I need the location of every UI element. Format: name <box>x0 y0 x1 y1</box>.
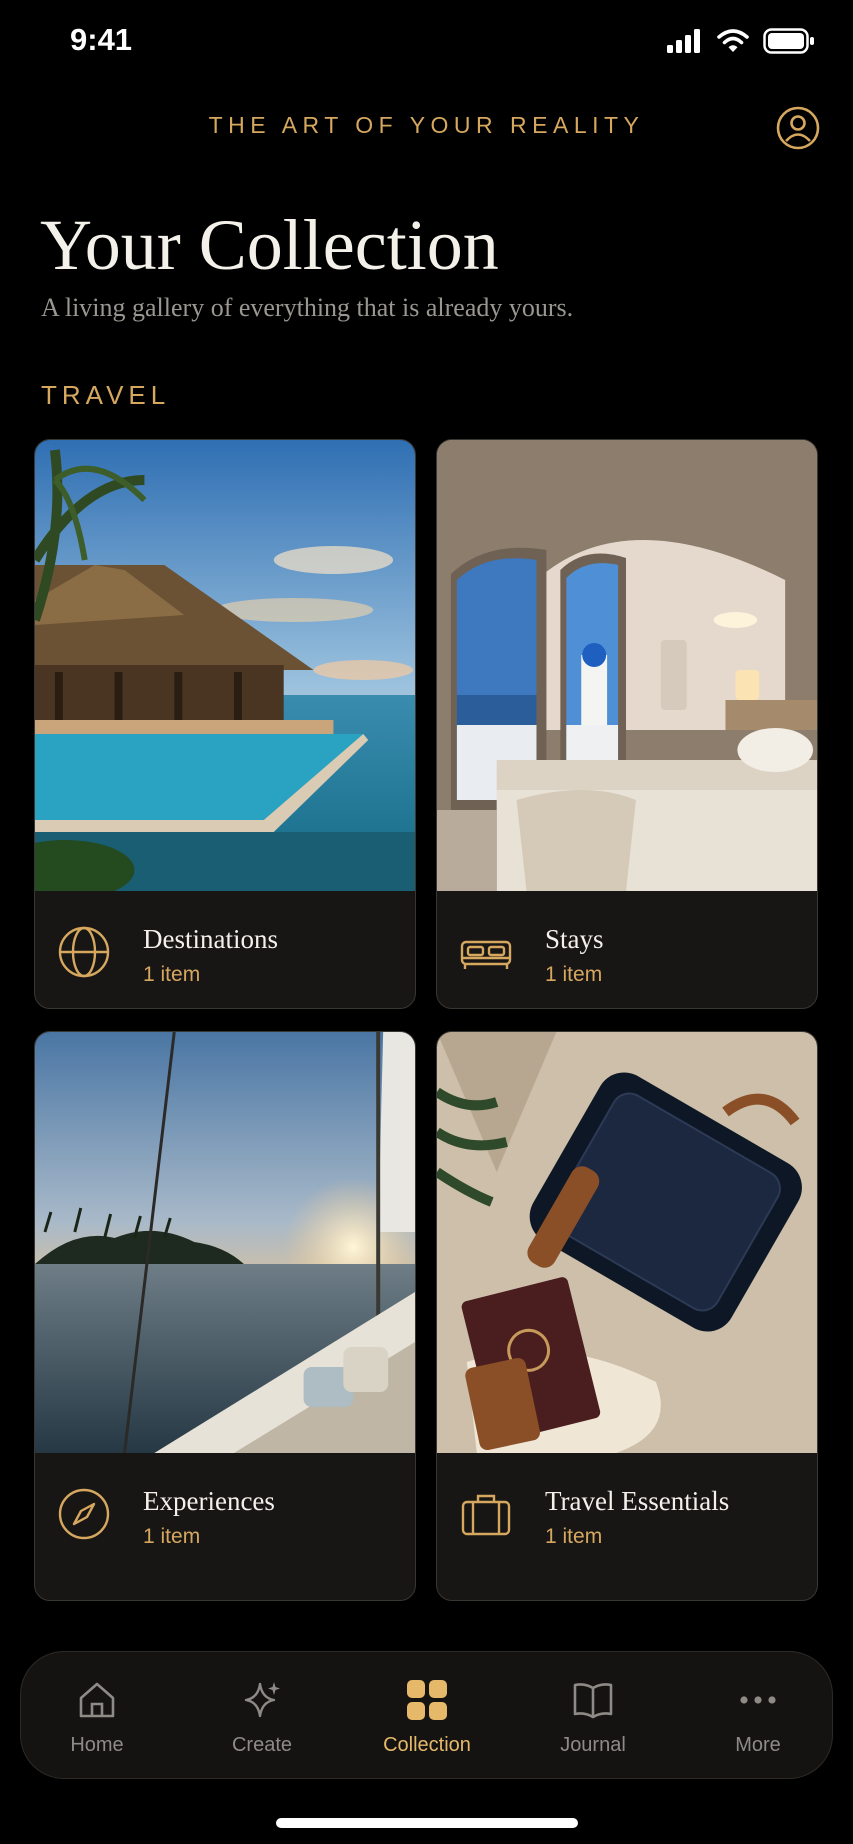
collection-card-destinations[interactable]: Destinations 1 item <box>34 439 416 1009</box>
sparkle-icon <box>244 1682 280 1718</box>
stay-image <box>437 440 817 891</box>
book-icon <box>573 1683 613 1719</box>
battery-icon <box>763 28 814 54</box>
bottom-tab-bar: Home Create Collection Journal More <box>20 1651 833 1779</box>
section-label-travel: TRAVEL <box>41 380 171 410</box>
card-footer: Travel Essentials 1 item <box>437 1453 817 1572</box>
status-time: 9:41 <box>70 22 133 57</box>
collection-card-travel-essentials[interactable]: Travel Essentials 1 item <box>436 1031 818 1601</box>
tab-home[interactable]: Home <box>37 1678 157 1758</box>
briefcase-icon <box>461 1494 511 1536</box>
tab-label: Create <box>231 1734 293 1756</box>
tab-journal[interactable]: Journal <box>533 1678 653 1758</box>
card-count: 1 item <box>143 1525 201 1548</box>
tab-label: Collection <box>383 1734 471 1756</box>
card-count: 1 item <box>545 1525 603 1548</box>
brand-tagline: THE ART OF YOUR REALITY <box>208 112 645 138</box>
card-title: Experiences <box>143 1486 275 1516</box>
tab-label: More <box>735 1734 781 1756</box>
signal-icon <box>667 29 700 53</box>
profile-icon[interactable] <box>775 105 821 151</box>
compass-icon <box>58 1488 110 1540</box>
card-footer: Destinations 1 item <box>35 891 415 1008</box>
more-icon <box>740 1696 776 1704</box>
card-title: Travel Essentials <box>545 1486 730 1516</box>
home-indicator <box>276 1818 578 1828</box>
tab-label: Home <box>70 1734 124 1756</box>
card-title: Destinations <box>143 924 278 954</box>
card-footer: Stays 1 item <box>437 891 817 1008</box>
tab-label: Journal <box>560 1734 626 1756</box>
tab-create[interactable]: Create <box>202 1678 322 1758</box>
tab-collection[interactable]: Collection <box>367 1678 487 1758</box>
collection-card-stays[interactable]: Stays 1 item <box>436 439 818 1009</box>
status-bar: 9:41 <box>0 0 853 84</box>
bed-icon <box>460 940 512 969</box>
card-count: 1 item <box>143 963 201 986</box>
grid-icon <box>407 1680 447 1720</box>
globe-icon <box>58 926 110 978</box>
experience-image <box>35 1032 415 1453</box>
destination-image <box>35 440 415 891</box>
card-title: Stays <box>545 924 604 954</box>
status-icons <box>667 28 815 54</box>
collection-card-experiences[interactable]: Experiences 1 item <box>34 1031 416 1601</box>
card-count: 1 item <box>545 963 603 986</box>
wifi-icon <box>717 29 749 52</box>
card-footer: Experiences 1 item <box>35 1453 415 1572</box>
travel-essentials-image <box>437 1032 817 1453</box>
page-subtitle: A living gallery of everything that is a… <box>41 293 574 322</box>
page-title: Your Collection <box>40 205 499 285</box>
tab-more[interactable]: More <box>698 1678 818 1758</box>
home-icon <box>79 1682 115 1718</box>
